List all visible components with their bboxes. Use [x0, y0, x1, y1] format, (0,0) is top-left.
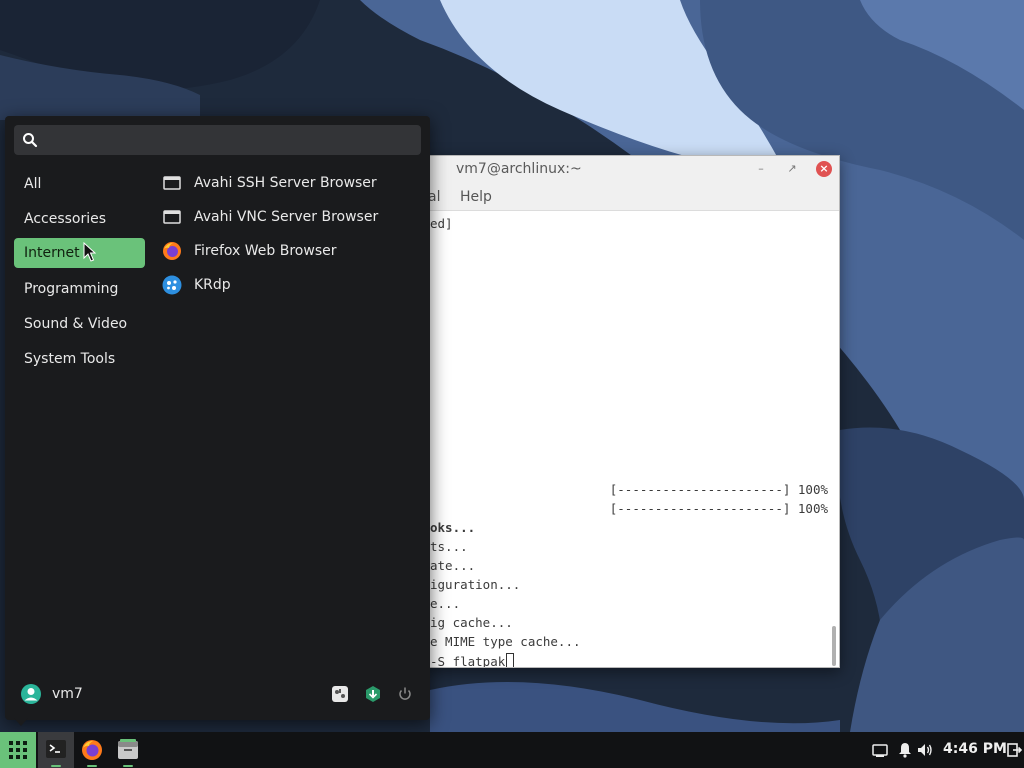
taskbar-files[interactable]: [110, 732, 146, 768]
running-indicator: [51, 765, 61, 767]
terminal-titlebar[interactable]: vm7@archlinux:~ – ↗ ×: [426, 156, 839, 183]
terminal-line: ig cache...: [430, 615, 513, 630]
search-input[interactable]: [48, 129, 408, 151]
network-icon: [163, 176, 181, 190]
network-icon: [163, 210, 181, 224]
terminal-command: -S flatpak: [430, 654, 506, 668]
terminal-line: ed]: [430, 216, 453, 231]
search-box[interactable]: [14, 125, 421, 155]
terminal-line: oks...: [430, 520, 476, 535]
category-all[interactable]: All: [14, 169, 145, 199]
text-cursor: [506, 653, 515, 667]
terminal-prompt-line: -S flatpak: [430, 653, 515, 668]
app-firefox[interactable]: Firefox Web Browser: [160, 237, 420, 265]
search-icon: [23, 133, 38, 148]
app-grid-icon: [9, 741, 27, 759]
running-indicator: [123, 765, 133, 767]
avatar[interactable]: [21, 684, 41, 704]
firefox-icon: [163, 242, 181, 260]
logout-icon[interactable]: [1005, 741, 1023, 759]
running-indicator: [87, 765, 97, 767]
menu-pointer: [14, 718, 28, 726]
clock[interactable]: 4:46 PM: [943, 741, 1007, 757]
app-menu-button[interactable]: [0, 732, 36, 768]
krdp-icon: [162, 275, 182, 295]
category-system-tools[interactable]: System Tools: [14, 344, 145, 374]
power-icon[interactable]: [396, 685, 414, 703]
terminal-line: ate...: [430, 558, 476, 573]
app-avahi-ssh[interactable]: Avahi SSH Server Browser: [160, 169, 420, 197]
bell-icon[interactable]: [896, 741, 914, 759]
settings-icon[interactable]: [331, 685, 349, 703]
taskbar-terminal[interactable]: [38, 732, 74, 768]
category-programming[interactable]: Programming: [14, 274, 145, 304]
mouse-cursor-icon: [83, 242, 96, 262]
software-center-icon[interactable]: [364, 685, 382, 703]
terminal-line: e...: [430, 596, 461, 611]
minimize-button[interactable]: –: [753, 161, 769, 177]
app-krdp[interactable]: KRdp: [160, 271, 420, 299]
user-name[interactable]: vm7: [52, 686, 83, 702]
terminal-line: e MIME type cache...: [430, 634, 581, 649]
volume-icon[interactable]: [916, 741, 934, 759]
terminal-title: vm7@archlinux:~: [456, 161, 582, 177]
terminal-scrollbar[interactable]: [832, 626, 836, 666]
network-icon[interactable]: [871, 741, 889, 759]
maximize-button[interactable]: ↗: [784, 161, 800, 177]
app-label: Firefox Web Browser: [194, 243, 337, 259]
taskbar-firefox[interactable]: [74, 732, 110, 768]
firefox-icon: [82, 740, 102, 760]
application-menu: All Accessories Internet Programming Sou…: [5, 116, 430, 726]
files-icon: [118, 739, 138, 759]
app-avahi-vnc[interactable]: Avahi VNC Server Browser: [160, 203, 420, 231]
app-label: Avahi SSH Server Browser: [194, 175, 377, 191]
terminal-line: [----------------------] 100%: [609, 482, 828, 497]
taskbar: 4:46 PM: [0, 732, 1024, 768]
category-sound-video[interactable]: Sound & Video: [14, 309, 145, 339]
app-label: Avahi VNC Server Browser: [194, 209, 379, 225]
terminal-icon: [46, 740, 66, 758]
category-accessories[interactable]: Accessories: [14, 204, 145, 234]
terminal-window[interactable]: vm7@archlinux:~ – ↗ × al Help ed] [-----…: [425, 155, 840, 668]
terminal-line: iguration...: [430, 577, 521, 592]
terminal-menubar: al Help: [426, 183, 839, 211]
close-button[interactable]: ×: [816, 161, 832, 177]
terminal-line: [----------------------] 100%: [609, 501, 828, 516]
menu-help[interactable]: Help: [460, 189, 492, 205]
terminal-line: ts...: [430, 539, 468, 554]
app-label: KRdp: [194, 277, 231, 293]
category-internet[interactable]: Internet: [14, 238, 145, 268]
terminal-output[interactable]: ed] [----------------------] 100% [-----…: [426, 212, 830, 668]
